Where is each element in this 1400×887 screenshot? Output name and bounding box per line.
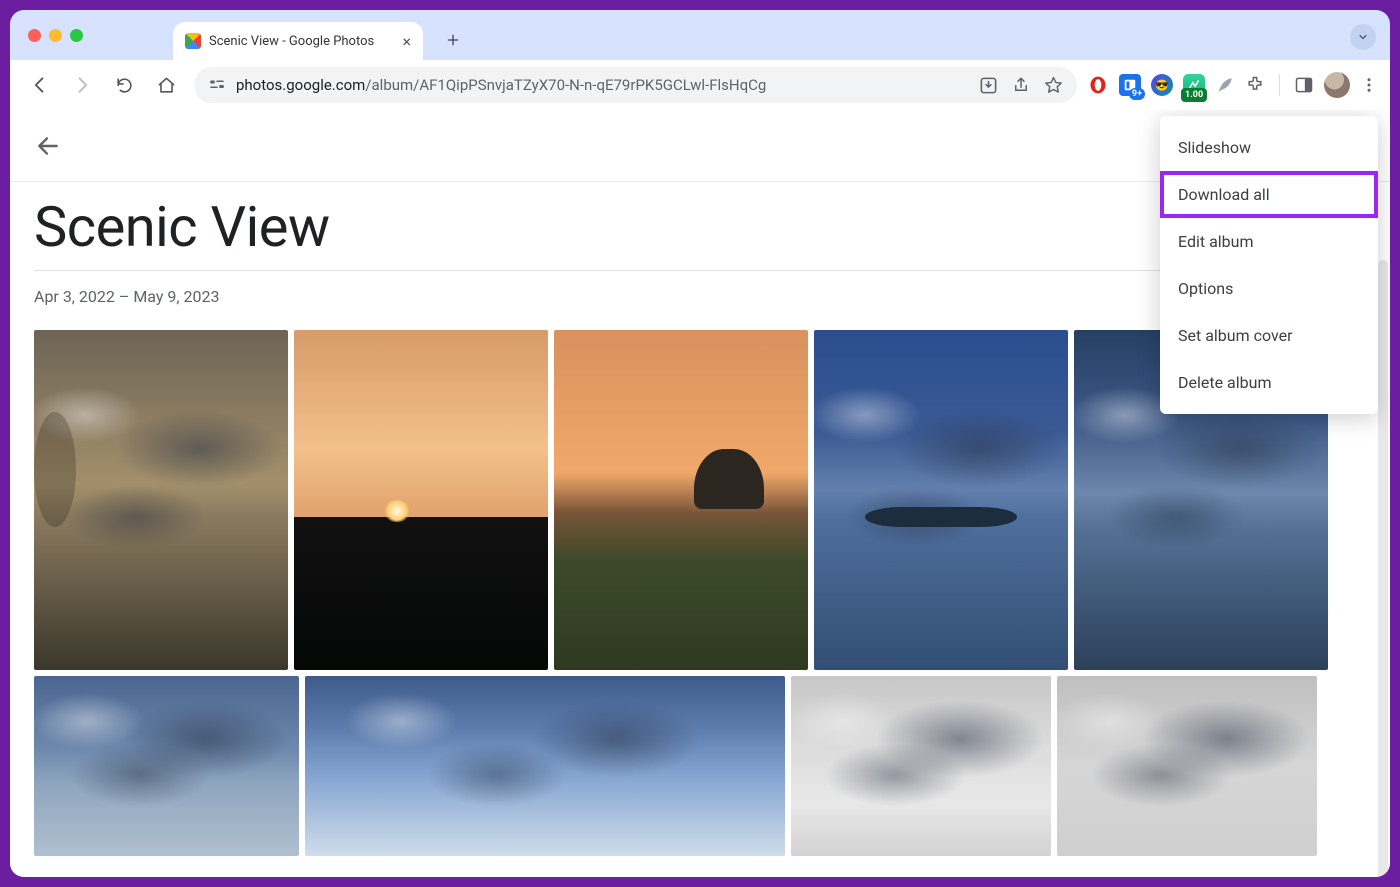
rate-badge: 1.00 [1181,88,1207,102]
photo-thumbnail[interactable] [305,676,785,856]
photo-thumbnail[interactable] [554,330,808,670]
feather-extension-icon[interactable] [1215,75,1235,95]
home-button[interactable] [148,67,184,103]
tabs-overflow-button[interactable] [1350,24,1376,50]
chrome-menu-icon[interactable] [1360,76,1378,94]
favicon-google-photos-icon [185,33,201,49]
url-host: photos.google.com [236,76,365,94]
tab-title: Scenic View - Google Photos [209,34,374,49]
url-input[interactable]: photos.google.com/album/AF1QipPSnvjaTZyX… [194,67,1077,103]
album-options-menu: Slideshow Download all Edit album Option… [1160,116,1378,414]
menu-set-album-cover[interactable]: Set album cover [1160,312,1378,359]
photo-thumbnail[interactable] [34,330,288,670]
window-maximize-button[interactable] [70,29,83,42]
photos-back-button[interactable] [28,126,68,166]
new-tab-button[interactable] [437,24,469,56]
extensions-puzzle-icon[interactable] [1245,75,1265,95]
extension-with-badge-icon[interactable]: 9+ [1119,74,1141,96]
photo-thumbnail[interactable] [1057,676,1317,856]
photo-thumbnail[interactable] [34,676,299,856]
browser-tab[interactable]: Scenic View - Google Photos × [173,22,423,60]
site-settings-icon [208,76,226,94]
url-path: /album/AF1QipPSnvjaTZyX70-N-n-qE79rPK5GC… [365,76,766,94]
extension-badge-count: 9+ [1129,88,1145,100]
tab-close-button[interactable]: × [402,32,411,51]
menu-edit-album[interactable]: Edit album [1160,218,1378,265]
menu-slideshow[interactable]: Slideshow [1160,124,1378,171]
photo-thumbnail[interactable] [791,676,1051,856]
address-bar: photos.google.com/album/AF1QipPSnvjaTZyX… [10,60,1390,110]
window-controls [28,29,83,42]
reload-button[interactable] [106,67,142,103]
divider [1279,74,1280,96]
nav-back-button[interactable] [22,67,58,103]
profile-avatar[interactable] [1324,72,1350,98]
photo-thumbnail[interactable] [294,330,548,670]
browser-window: Scenic View - Google Photos × photos. [10,10,1390,877]
content-area: Scenic View Apr 3, 2022 – May 9, 2023 Sl… [10,110,1390,877]
url-text: photos.google.com/album/AF1QipPSnvjaTZyX… [236,76,766,94]
photo-thumbnail[interactable] [814,330,1068,670]
menu-download-all[interactable]: Download all [1160,171,1378,218]
install-app-icon[interactable] [979,76,998,95]
bookmark-star-icon[interactable] [1044,76,1063,95]
share-icon[interactable] [1012,76,1030,94]
face-extension-icon[interactable]: 😎 [1151,74,1173,96]
rate-extension-icon[interactable]: 1.00 [1183,74,1205,96]
menu-delete-album[interactable]: Delete album [1160,359,1378,406]
tabs-wrap: Scenic View - Google Photos × [173,10,1378,60]
opera-extension-icon[interactable] [1087,74,1109,96]
tab-bar: Scenic View - Google Photos × [10,10,1390,60]
vertical-scrollbar[interactable] [1378,260,1388,877]
nav-forward-button[interactable] [64,67,100,103]
window-close-button[interactable] [28,29,41,42]
extension-icons: 9+ 😎 1.00 [1087,72,1378,98]
menu-options[interactable]: Options [1160,265,1378,312]
window-minimize-button[interactable] [49,29,62,42]
sidepanel-icon[interactable] [1294,75,1314,95]
